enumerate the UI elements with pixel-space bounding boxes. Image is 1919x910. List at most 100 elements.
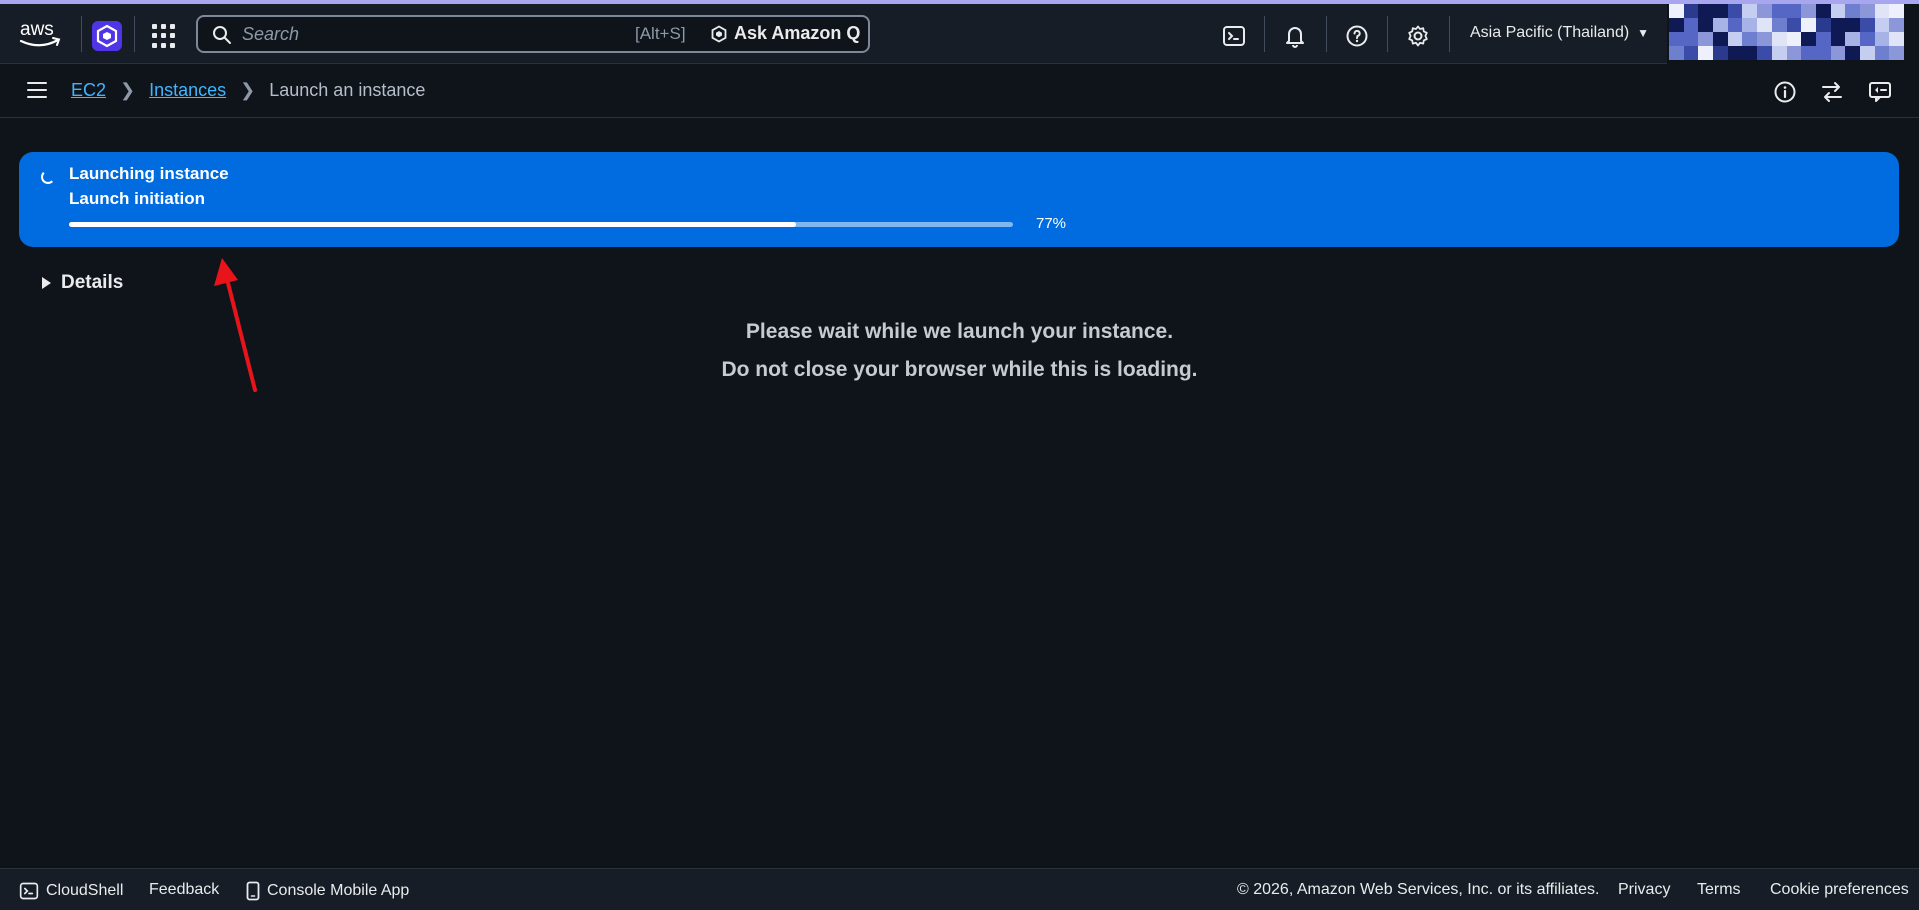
mosaic-cell [1757, 18, 1772, 32]
feedback-screen-icon[interactable] [1868, 80, 1892, 104]
mosaic-cell [1830, 46, 1846, 60]
progress-bar [69, 222, 1013, 227]
region-label: Asia Pacific (Thailand) [1470, 24, 1630, 41]
ask-amazon-q-label: Ask Amazon Q [734, 23, 861, 43]
mosaic-cell [1713, 32, 1728, 46]
amazon-q-logo-icon[interactable] [92, 21, 122, 51]
mosaic-cell [1845, 46, 1860, 60]
cloudshell-icon[interactable] [1222, 24, 1246, 48]
mosaic-cell [1683, 4, 1699, 18]
mosaic-cell [1757, 32, 1772, 46]
mosaic-cell [1830, 18, 1846, 32]
header-divider [1449, 16, 1450, 52]
search-input[interactable] [242, 23, 602, 45]
help-icon[interactable] [1345, 24, 1369, 48]
spinner-icon [41, 170, 55, 184]
breadcrumb-current: Launch an instance [269, 80, 426, 100]
mosaic-cell [1801, 4, 1816, 18]
mosaic-cell [1845, 18, 1860, 32]
mosaic-cell [1801, 18, 1816, 32]
bell-icon[interactable] [1283, 24, 1307, 48]
mosaic-cell [1742, 32, 1758, 46]
mosaic-cell [1713, 46, 1728, 60]
mosaic-cell [1874, 46, 1890, 60]
mosaic-cell [1786, 4, 1802, 18]
aws-logo[interactable]: aws [18, 18, 62, 50]
annotation-arrow-icon [214, 258, 257, 392]
mosaic-cell [1713, 18, 1728, 32]
header-divider [81, 16, 82, 52]
launch-progress-flash: Launching instance Launch initiation 77% [19, 152, 1899, 247]
footer-privacy-label: Privacy [1618, 881, 1671, 898]
flash-title: Launching instance [69, 164, 229, 183]
mosaic-cell [1801, 46, 1816, 60]
header-divider [1387, 16, 1388, 52]
apps-grid-icon[interactable] [152, 24, 176, 48]
mosaic-cell [1859, 18, 1875, 32]
flash-subtitle: Launch initiation [69, 189, 205, 208]
footer-terms-label: Terms [1697, 881, 1741, 898]
footer-cookie-preferences-link[interactable]: Cookie preferences [1770, 881, 1909, 899]
mosaic-cell [1771, 32, 1787, 46]
region-selector[interactable]: Asia Pacific (Thailand) ▼ [1470, 24, 1649, 42]
mosaic-cell [1786, 32, 1802, 46]
mosaic-cell [1683, 46, 1699, 60]
mosaic-cell [1757, 46, 1772, 60]
footer-mobile-app[interactable]: Console Mobile App [246, 881, 409, 901]
mosaic-cell [1845, 32, 1860, 46]
mosaic-cell [1727, 4, 1743, 18]
footer-cloudshell-label: CloudShell [46, 882, 124, 899]
footer: CloudShell Feedback Console Mobile App ©… [0, 868, 1919, 910]
footer-copyright: © 2026, Amazon Web Services, Inc. or its… [1237, 881, 1600, 898]
mosaic-cell [1845, 4, 1860, 18]
mosaic-cell [1889, 18, 1904, 32]
caret-right-icon [42, 277, 51, 289]
aws-logo-text: aws [20, 19, 54, 40]
chevron-right-icon: ❯ [120, 80, 136, 100]
mosaic-cell [1786, 46, 1802, 60]
mosaic-cell [1859, 32, 1875, 46]
switch-icon[interactable] [1820, 80, 1844, 104]
search-icon [213, 26, 231, 44]
mosaic-cell [1830, 4, 1846, 18]
mosaic-cell [1830, 32, 1846, 46]
ask-amazon-q-button[interactable]: Ask Amazon Q [710, 23, 860, 44]
do-not-close-message: Do not close your browser while this is … [721, 358, 1198, 381]
mosaic-cell [1669, 32, 1684, 46]
mosaic-cell [1698, 32, 1714, 46]
header-divider [1264, 16, 1265, 52]
footer-cloudshell[interactable]: CloudShell [19, 881, 123, 901]
info-icon[interactable] [1773, 80, 1797, 104]
details-expander[interactable]: Details [42, 272, 123, 294]
breadcrumb-link-ec2[interactable]: EC2 [71, 80, 106, 101]
search-shortcut: [Alt+S] [635, 24, 686, 43]
mosaic-cell [1742, 18, 1758, 32]
progress-label: 77% [1036, 215, 1067, 232]
header-divider [1326, 16, 1327, 52]
mosaic-cell [1698, 46, 1714, 60]
footer-feedback[interactable]: Feedback [149, 881, 219, 899]
mosaic-cell [1669, 46, 1684, 60]
footer-cookie-label: Cookie preferences [1770, 881, 1909, 898]
settings-icon[interactable] [1406, 24, 1430, 48]
mosaic-cell [1669, 18, 1684, 32]
mosaic-cell [1669, 4, 1684, 18]
mosaic-cell [1859, 46, 1875, 60]
mosaic-cell [1786, 18, 1802, 32]
footer-privacy-link[interactable]: Privacy [1618, 881, 1670, 899]
menu-icon[interactable] [27, 82, 47, 98]
mosaic-cell [1698, 18, 1714, 32]
footer-terms-link[interactable]: Terms [1697, 881, 1741, 899]
mosaic-cell [1683, 32, 1699, 46]
footer-mobile-app-label: Console Mobile App [267, 882, 410, 899]
wait-message: Please wait while we launch your instanc… [745, 320, 1174, 343]
mosaic-cell [1727, 32, 1743, 46]
mosaic-cell [1727, 18, 1743, 32]
mosaic-cell [1742, 4, 1758, 18]
mosaic-cell [1742, 46, 1758, 60]
mosaic-cell [1683, 18, 1699, 32]
mosaic-cell [1815, 46, 1831, 60]
breadcrumb-link-instances[interactable]: Instances [149, 80, 226, 101]
mosaic-cell [1771, 4, 1787, 18]
account-menu[interactable] [1669, 4, 1904, 60]
